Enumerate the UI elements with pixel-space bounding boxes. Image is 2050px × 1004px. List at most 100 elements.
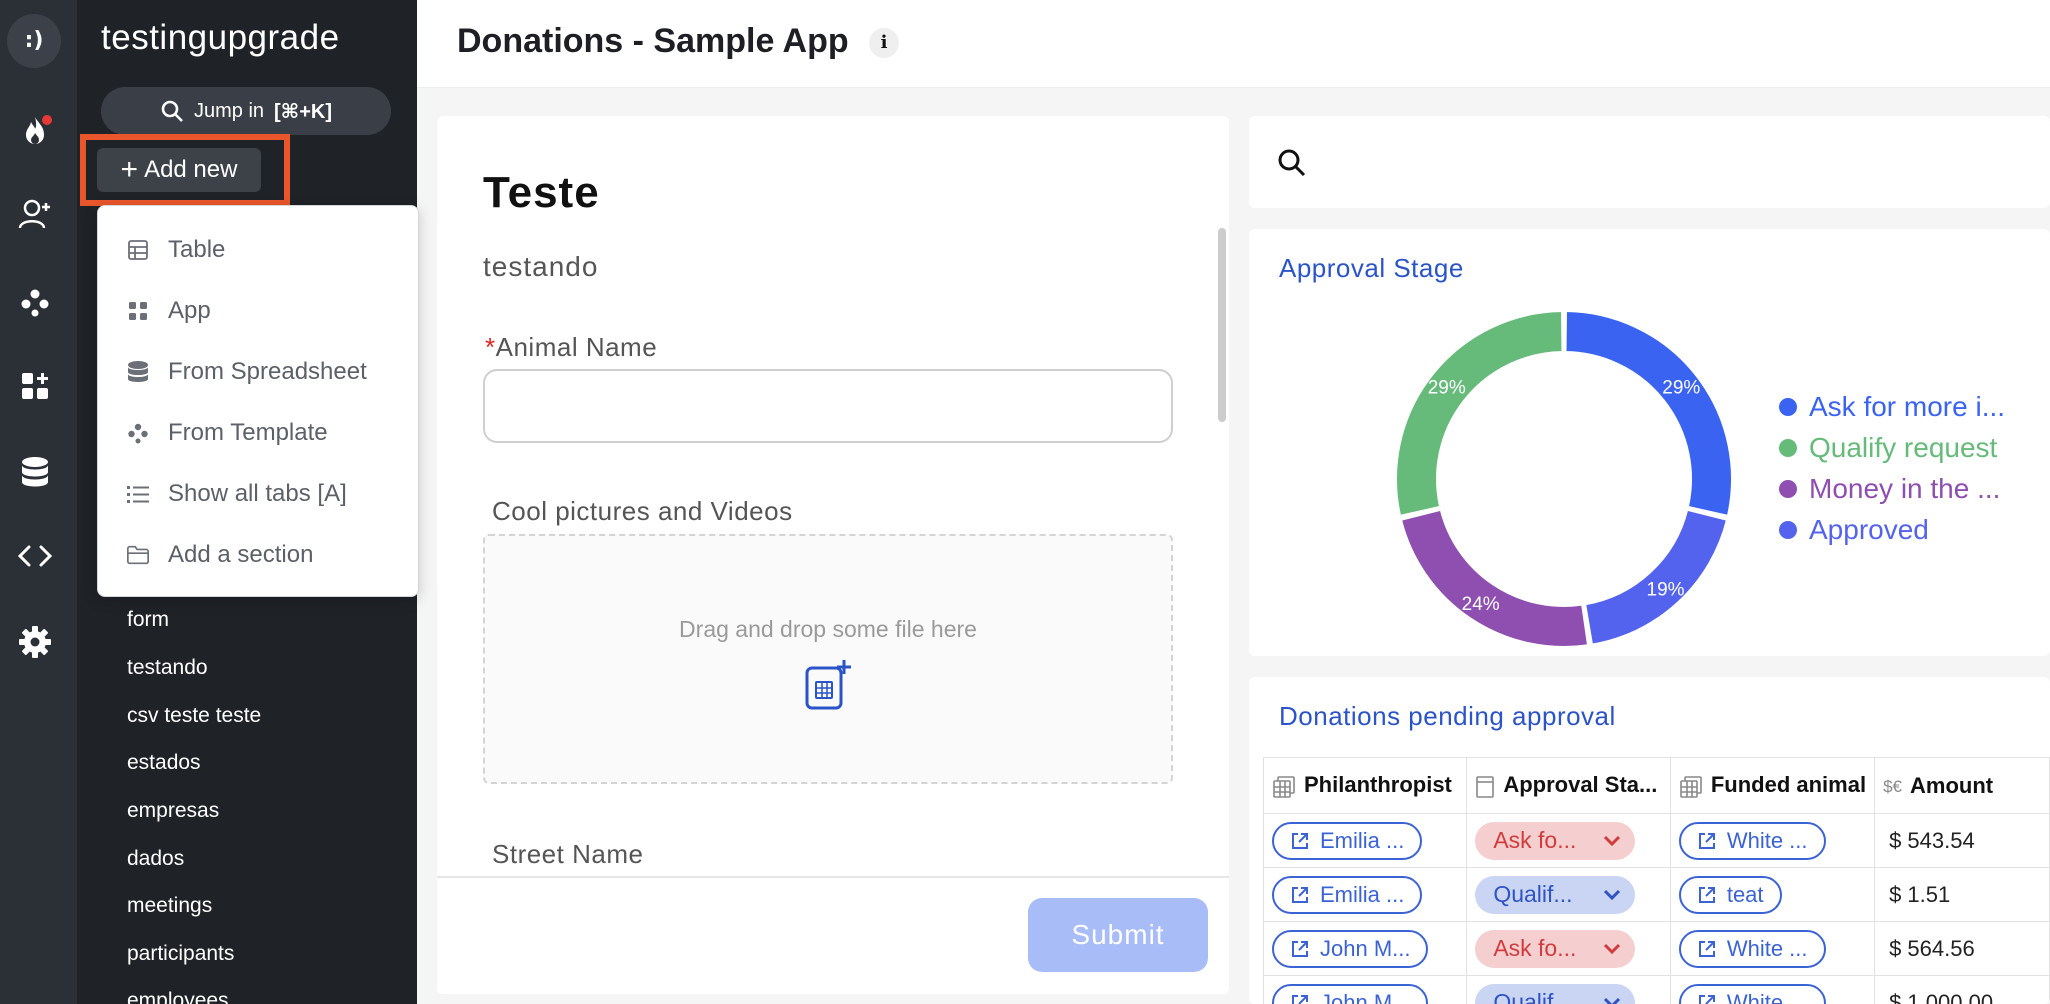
approval-stage-donut-chart[interactable]: 29% 19% 24% 29% bbox=[1384, 299, 1744, 659]
settings-icon[interactable] bbox=[17, 624, 53, 660]
approval-stage-select[interactable]: Ask fo... bbox=[1475, 929, 1636, 968]
donut-slice[interactable] bbox=[1395, 309, 1564, 518]
donations-table: Philanthropist Approval Sta... Funded an… bbox=[1262, 757, 2050, 1004]
amount-cell: $ 564.56 bbox=[1874, 921, 2050, 976]
donut-slice[interactable] bbox=[1564, 309, 1733, 518]
column-header-approval-stage[interactable]: Approval Sta... bbox=[1466, 757, 1671, 814]
column-header-amount[interactable]: $€ Amount bbox=[1874, 757, 2050, 814]
form-scrollbar[interactable] bbox=[1218, 228, 1226, 422]
approval-stage-cell: Ask fo... bbox=[1466, 813, 1671, 868]
funded-animal-cell: White ... bbox=[1669, 813, 1876, 868]
sidebar-item-testando[interactable]: testando bbox=[127, 656, 208, 680]
philanthropist-link[interactable]: John M... bbox=[1272, 929, 1429, 968]
approval-stage-select[interactable]: Qualif... bbox=[1475, 875, 1636, 914]
table-row[interactable]: John M... Ask fo... White ... $ 564.56 bbox=[1262, 921, 2050, 976]
sidebar-item-participants[interactable]: participants bbox=[127, 942, 234, 966]
animal-name-label: *Animal Name bbox=[485, 332, 658, 362]
search-icon bbox=[161, 100, 183, 122]
philanthropist-link[interactable]: Emilia ... bbox=[1272, 875, 1423, 914]
legend-label: Approved bbox=[1809, 513, 1929, 545]
menu-item-from-template[interactable]: From Template bbox=[126, 413, 328, 453]
funded-animal-link[interactable]: White ... bbox=[1678, 821, 1826, 860]
legend-item[interactable]: Money in the ... bbox=[1779, 468, 2005, 509]
form-title: Teste bbox=[483, 168, 600, 217]
approval-stage-select[interactable]: Qualif... bbox=[1475, 983, 1636, 1004]
chart-legend: Ask for more i... Qualify request Money in… bbox=[1779, 386, 2005, 550]
menu-item-app[interactable]: App bbox=[126, 291, 211, 331]
legend-label: Qualify request bbox=[1809, 431, 1998, 463]
external-link-icon bbox=[1292, 940, 1308, 957]
table-row[interactable]: Emilia ... Ask fo... White ... $ 543.54 bbox=[1262, 813, 2050, 868]
slice-label: 29% bbox=[1662, 377, 1700, 398]
philanthropist-cell: Emilia ... bbox=[1262, 813, 1468, 868]
link-table-icon bbox=[1273, 775, 1295, 798]
jump-in-button[interactable]: Jump in [⌘+K] bbox=[101, 87, 391, 135]
workspace-name[interactable]: testingupgrade bbox=[101, 18, 340, 58]
funded-animal-cell: White ... bbox=[1669, 921, 1876, 976]
select-icon bbox=[1476, 775, 1495, 798]
menu-item-from-spreadsheet[interactable]: From Spreadsheet bbox=[126, 352, 367, 392]
menu-item-show-all-tabs[interactable]: Show all tabs [A] bbox=[126, 474, 347, 514]
code-icon[interactable] bbox=[17, 538, 53, 574]
file-dropzone[interactable]: Drag and drop some file here bbox=[483, 534, 1173, 784]
search-icon[interactable] bbox=[1277, 148, 1307, 178]
plus-icon: + bbox=[120, 153, 139, 186]
philanthropist-cell: John M... bbox=[1262, 921, 1468, 976]
approval-stage-select[interactable]: Ask fo... bbox=[1475, 821, 1636, 860]
menu-item-add-section[interactable]: Add a section bbox=[126, 535, 313, 575]
database-icon[interactable] bbox=[17, 454, 53, 490]
app-logo[interactable]: :) bbox=[7, 14, 61, 68]
donut-slice[interactable] bbox=[1399, 508, 1590, 648]
add-app-icon[interactable] bbox=[17, 368, 53, 404]
street-name-label: Street Name bbox=[492, 839, 644, 869]
add-new-button[interactable]: + Add new bbox=[97, 148, 261, 192]
legend-item[interactable]: Approved bbox=[1779, 509, 2005, 550]
approval-stage-cell: Qualif... bbox=[1466, 867, 1671, 922]
info-icon[interactable]: i bbox=[869, 28, 899, 58]
link-table-icon bbox=[1680, 775, 1702, 798]
amount-cell: $ 1.51 bbox=[1874, 867, 2050, 922]
menu-item-table[interactable]: Table bbox=[126, 230, 225, 270]
legend-dot bbox=[1779, 479, 1797, 498]
sidebar-item-csv-teste-teste[interactable]: csv teste teste bbox=[127, 704, 261, 728]
legend-item[interactable]: Ask for more i... bbox=[1779, 386, 2005, 427]
philanthropist-link[interactable]: Emilia ... bbox=[1272, 821, 1423, 860]
sidebar-item-estados[interactable]: estados bbox=[127, 751, 201, 775]
external-link-icon bbox=[1292, 994, 1308, 1004]
table-row[interactable]: John M... Qualif... White ... $ 1,000.00 bbox=[1262, 975, 2050, 1004]
sidebar-item-empresas[interactable]: empresas bbox=[127, 799, 219, 823]
donut-slice[interactable] bbox=[1584, 508, 1729, 646]
philanthropist-link[interactable]: John M... bbox=[1272, 983, 1429, 1004]
required-mark: * bbox=[485, 332, 496, 362]
sidebar-item-meetings[interactable]: meetings bbox=[127, 894, 212, 918]
legend-dot bbox=[1779, 438, 1797, 457]
table-row[interactable]: Emilia ... Qualif... teat $ 1.51 bbox=[1262, 867, 2050, 922]
amount-cell: $ 1,000.00 bbox=[1874, 975, 2050, 1004]
dropzone-text: Drag and drop some file here bbox=[679, 616, 977, 642]
animal-name-input[interactable] bbox=[483, 369, 1173, 443]
amount-cell: $ 543.54 bbox=[1874, 813, 2050, 868]
chart-title: Approval Stage bbox=[1279, 253, 1464, 283]
funded-animal-cell: White ... bbox=[1669, 975, 1876, 1004]
list-icon bbox=[126, 482, 150, 506]
sidebar-item-employees[interactable]: employees bbox=[127, 989, 229, 1004]
template-icon[interactable] bbox=[17, 284, 53, 320]
add-user-icon[interactable] bbox=[17, 196, 53, 232]
add-file-icon bbox=[805, 660, 851, 710]
funded-animal-link[interactable]: White ... bbox=[1678, 983, 1826, 1004]
search-bar[interactable] bbox=[1249, 116, 2050, 208]
column-header-philanthropist[interactable]: Philanthropist bbox=[1262, 757, 1468, 814]
legend-dot bbox=[1779, 397, 1797, 416]
fire-icon[interactable] bbox=[17, 114, 53, 150]
submit-button[interactable]: Submit bbox=[1028, 898, 1208, 972]
legend-item[interactable]: Qualify request bbox=[1779, 427, 2005, 468]
sidebar-item-dados[interactable]: dados bbox=[127, 847, 184, 871]
legend-dot bbox=[1779, 520, 1797, 539]
chevron-down-icon bbox=[1604, 997, 1621, 1004]
funded-animal-link[interactable]: White ... bbox=[1678, 929, 1826, 968]
page-header: Donations - Sample App i bbox=[417, 0, 2050, 88]
column-header-funded-animal[interactable]: Funded animal bbox=[1669, 757, 1876, 814]
sidebar-item-form[interactable]: form bbox=[127, 608, 169, 632]
funded-animal-link[interactable]: teat bbox=[1678, 875, 1782, 914]
template-icon bbox=[126, 421, 150, 445]
